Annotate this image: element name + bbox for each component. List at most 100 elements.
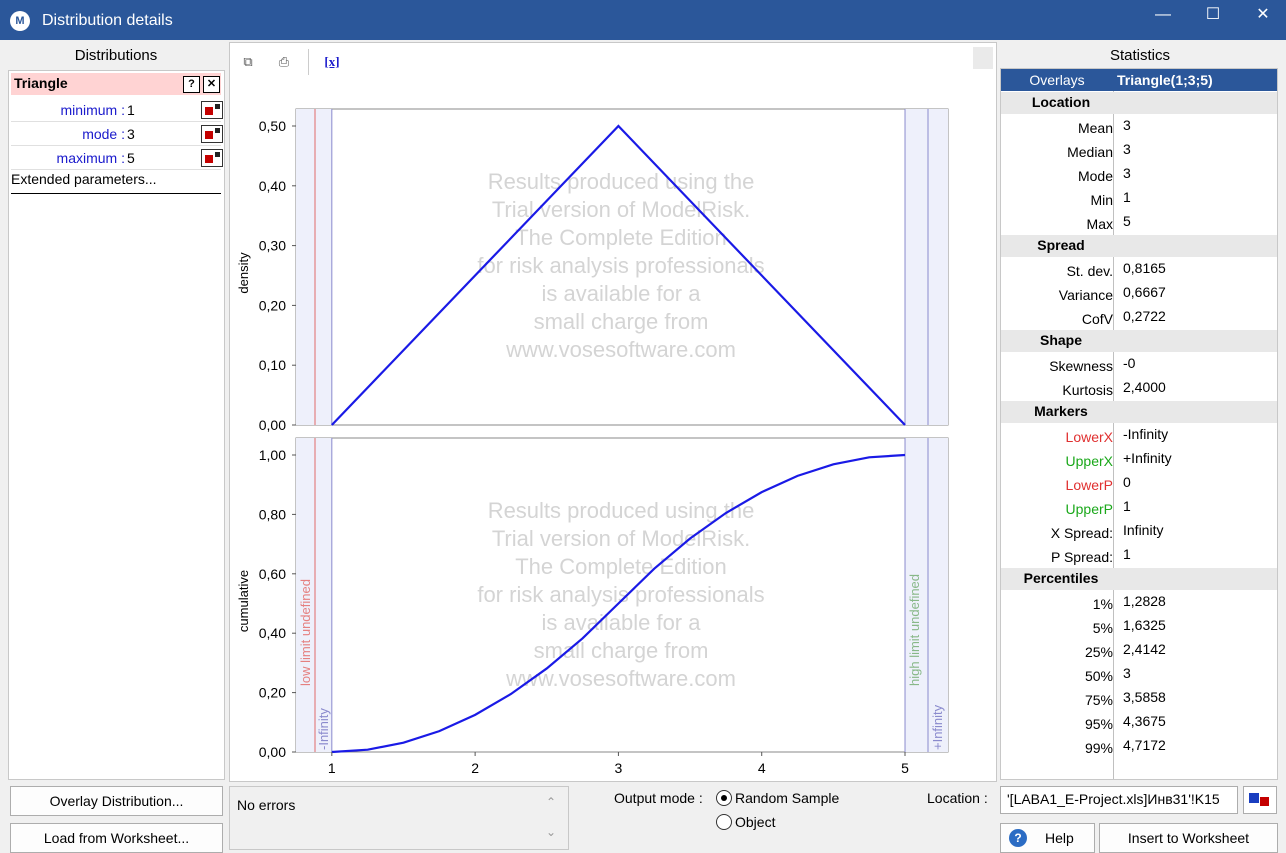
stats-label: X Spread:: [1050, 525, 1113, 541]
cell-link-icon[interactable]: [201, 149, 223, 167]
stats-value: -0: [1123, 355, 1136, 371]
scroll-down-icon[interactable]: ⌄: [546, 825, 556, 839]
y-axis-label: cumulative: [236, 570, 251, 632]
stats-value: 1: [1123, 546, 1131, 562]
stats-section-title: Markers: [1034, 403, 1088, 419]
stats-value: Infinity: [1123, 522, 1164, 538]
watermark-line: small charge from: [534, 309, 709, 334]
stats-value: 1: [1123, 189, 1131, 205]
random-sample-radio[interactable]: [716, 790, 732, 806]
stats-label: 5%: [1092, 620, 1113, 636]
stats-value: 2,4142: [1123, 641, 1166, 657]
stats-label: UpperX: [1065, 453, 1113, 469]
high-limit-band: [905, 109, 948, 425]
watermark-line: www.vosesoftware.com: [505, 666, 736, 691]
select-cell-icon[interactable]: [1243, 786, 1277, 814]
statistics-header: Statistics: [1109, 47, 1170, 64]
stats-row: 50% 3: [1001, 663, 1277, 687]
location-value: '[LABA1_E-Project.xls]Инв31'!K15: [1007, 791, 1220, 807]
stats-row: CofV 0,2722: [1001, 306, 1277, 330]
stats-value: 2,4000: [1123, 379, 1166, 395]
stats-section-header: Spread: [1001, 235, 1277, 257]
stats-row: Median 3: [1001, 139, 1277, 163]
stats-row: P Spread: 1: [1001, 544, 1277, 568]
cell-link-icon[interactable]: [201, 125, 223, 143]
help-button[interactable]: ? Help: [1000, 823, 1095, 853]
minimize-button[interactable]: —: [1140, 0, 1186, 32]
stats-label: 25%: [1084, 644, 1113, 660]
stats-value: 3,5858: [1123, 689, 1166, 705]
cell-block-blue: [1249, 793, 1259, 803]
stats-label: CofV: [1081, 311, 1113, 327]
stats-section-title: Shape: [1039, 332, 1082, 348]
stats-label: UpperP: [1065, 501, 1113, 517]
extended-parameters-link[interactable]: Extended parameters...: [11, 171, 221, 194]
stats-row: Variance 0,6667: [1001, 282, 1277, 306]
y-tick-label: 0,60: [259, 566, 286, 582]
help-icon[interactable]: ?: [183, 76, 200, 93]
y-tick-label: 0,00: [259, 417, 286, 433]
scroll-up-icon[interactable]: ⌃: [546, 795, 556, 809]
object-label[interactable]: Object: [735, 814, 775, 830]
param-name: minimum :: [60, 102, 125, 118]
stats-value: 4,3675: [1123, 713, 1166, 729]
stats-label: LowerX: [1065, 429, 1113, 445]
radio-selected-dot: [721, 795, 727, 801]
location-input[interactable]: '[LABA1_E-Project.xls]Инв31'!K15: [1000, 786, 1238, 814]
watermark-line: for risk analysis professionals: [477, 582, 764, 607]
load-from-worksheet-button[interactable]: Load from Worksheet...: [10, 823, 223, 853]
location-label: Location :: [927, 790, 988, 806]
random-sample-label[interactable]: Random Sample: [735, 790, 839, 806]
stats-section-title: Spread: [1037, 237, 1085, 253]
watermark-line: The Complete Edition: [515, 554, 727, 579]
stats-row: 1% 1,2828: [1001, 591, 1277, 615]
stats-row: LowerX -Infinity: [1001, 424, 1277, 448]
stats-value: -Infinity: [1123, 426, 1169, 442]
low-infinity-label: -Infinity: [316, 708, 331, 750]
remove-distribution-button[interactable]: ✕: [203, 76, 220, 93]
stats-row: Min 1: [1001, 187, 1277, 211]
object-radio[interactable]: [716, 814, 732, 830]
distributions-header: Distributions: [74, 47, 158, 64]
param-row-maximum[interactable]: maximum : 5: [11, 146, 223, 170]
param-row-mode[interactable]: mode : 3: [11, 122, 223, 146]
stats-label: LowerP: [1065, 477, 1113, 493]
low-limit-band: [296, 109, 332, 425]
param-value[interactable]: 1: [127, 102, 135, 118]
param-value[interactable]: 3: [127, 126, 135, 142]
stats-value: 5: [1123, 213, 1131, 229]
stats-label: Mean: [1077, 120, 1113, 136]
window-title: Distribution details: [42, 12, 173, 29]
cell-link-icon[interactable]: [201, 101, 223, 119]
overlay-distribution-button[interactable]: Overlay Distribution...: [10, 786, 223, 816]
x-tick-label: 4: [758, 760, 766, 776]
param-row-minimum[interactable]: minimum : 1: [11, 98, 223, 122]
stats-section-header: Markers: [1001, 401, 1277, 423]
param-value[interactable]: 5: [127, 150, 135, 166]
stats-value: 3: [1123, 665, 1131, 681]
errors-box: No errors ⌃ ⌄: [229, 786, 569, 850]
stats-label: 95%: [1084, 716, 1113, 732]
output-mode-label: Output mode :: [614, 790, 703, 806]
stats-label: 75%: [1084, 692, 1113, 708]
high-limit-note: high limit undefined: [907, 574, 922, 686]
watermark-line: www.vosesoftware.com: [505, 337, 736, 362]
stats-row: 95% 4,3675: [1001, 711, 1277, 735]
statistics-panel: Overlays Triangle(1;3;5) Location Mean 3 Medi…: [1000, 68, 1278, 780]
stats-row: Kurtosis 2,4000: [1001, 377, 1277, 401]
y-tick-label: 0,10: [259, 357, 286, 373]
chart-panel: ⧉ ⎙ [x] 0,00 0,10 0,20 0,30 0,40 0,50 density R…: [229, 42, 997, 782]
distribution-row[interactable]: Triangle ? ✕: [11, 73, 221, 95]
stats-row: 99% 4,7172: [1001, 735, 1277, 759]
y-tick-label: 0,00: [259, 744, 286, 760]
watermark-line: small charge from: [534, 638, 709, 663]
close-window-button[interactable]: ✕: [1240, 0, 1286, 32]
maximize-button[interactable]: ☐: [1190, 0, 1236, 32]
y-tick-label: 0,30: [259, 238, 286, 254]
stats-section-title: Percentiles: [1023, 570, 1099, 586]
insert-to-worksheet-button[interactable]: Insert to Worksheet: [1099, 823, 1278, 853]
stats-value: +Infinity: [1123, 450, 1172, 466]
stats-label: Kurtosis: [1062, 382, 1113, 398]
stats-row: Mean 3: [1001, 115, 1277, 139]
stats-label: Variance: [1058, 287, 1113, 303]
